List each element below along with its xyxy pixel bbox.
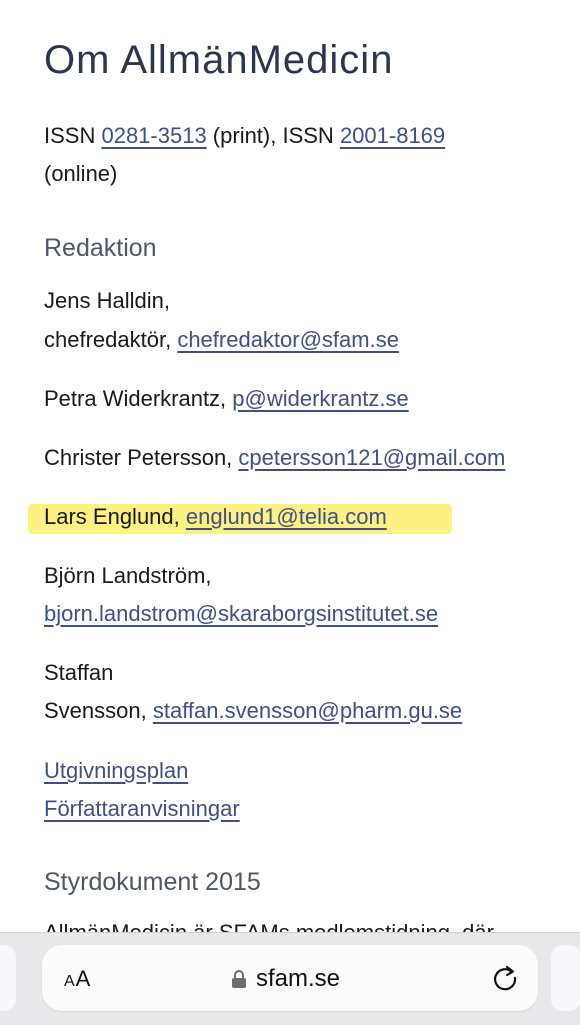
issn-print-link[interactable]: 0281-3513 (101, 123, 206, 148)
editor-line: Lars Englund, englund1@telia.com (44, 498, 387, 536)
editor-name: Christer Petersson, (44, 445, 239, 470)
editor-name: Staffan (44, 660, 114, 685)
next-tab-edge[interactable] (551, 945, 580, 1011)
editor-name: Björn Landström, (44, 563, 212, 588)
editor-email-link[interactable]: chefredaktor@sfam.se (177, 327, 399, 352)
editor-email-link[interactable]: englund1@telia.com (186, 504, 387, 529)
previous-tab-edge[interactable] (0, 945, 16, 1011)
author-guidelines-link[interactable]: Författaranvisningar (44, 796, 240, 821)
url-text: sfam.se (256, 965, 341, 992)
text-size-large-a: A (75, 966, 92, 991)
styrdokument-heading: Styrdokument 2015 (44, 868, 261, 896)
editor-email-link[interactable]: bjorn.landstrom@skaraborgsinstitutet.se (44, 601, 438, 626)
editor-email-link[interactable]: cpetersson121@gmail.com (238, 445, 505, 470)
editor-name: Jens Halldin, (44, 288, 170, 313)
editor-name: Petra Widerkrantz, (44, 386, 233, 411)
page-title: Om AllmänMedicin (44, 38, 394, 82)
issn-prefix: ISSN (44, 123, 102, 148)
issn-line: ISSN 0281-3513 (print), ISSN 2001-8169 (44, 117, 445, 155)
link-line: Utgivningsplan (44, 752, 188, 790)
editor-role: chefredaktör, (44, 327, 178, 352)
text-size-button[interactable]: AA (64, 966, 91, 992)
editor-line: bjorn.landstrom@skaraborgsinstitutet.se (44, 595, 438, 633)
redaktion-heading: Redaktion (44, 234, 157, 262)
address-bar[interactable]: AA sfam.se (42, 945, 538, 1011)
issn-print-suffix: (print), ISSN (206, 123, 340, 148)
issn-online-suffix: (online) (44, 161, 118, 186)
editor-name: Lars Englund, (44, 504, 186, 529)
editor-line: chefredaktör, chefredaktor@sfam.se (44, 321, 399, 359)
issn-online-link[interactable]: 2001-8169 (340, 123, 445, 148)
publishing-plan-link[interactable]: Utgivningsplan (44, 758, 188, 783)
editor-line: Christer Petersson, cpetersson121@gmail.… (44, 439, 505, 477)
editor-line: Petra Widerkrantz, p@widerkrantz.se (44, 380, 409, 418)
text-size-small-a: A (64, 973, 76, 990)
url-display[interactable]: sfam.se (232, 964, 340, 994)
link-line: Författaranvisningar (44, 790, 240, 828)
editor-email-link[interactable]: p@widerkrantz.se (232, 386, 408, 411)
editor-name-continued: Svensson, (44, 698, 153, 723)
reload-icon[interactable] (490, 963, 520, 993)
browser-bottom-bar: AA sfam.se (0, 932, 580, 1025)
lock-icon (232, 970, 246, 988)
editor-email-link[interactable]: staffan.svensson@pharm.gu.se (153, 698, 462, 723)
editor-line: Svensson, staffan.svensson@pharm.gu.se (44, 692, 462, 730)
